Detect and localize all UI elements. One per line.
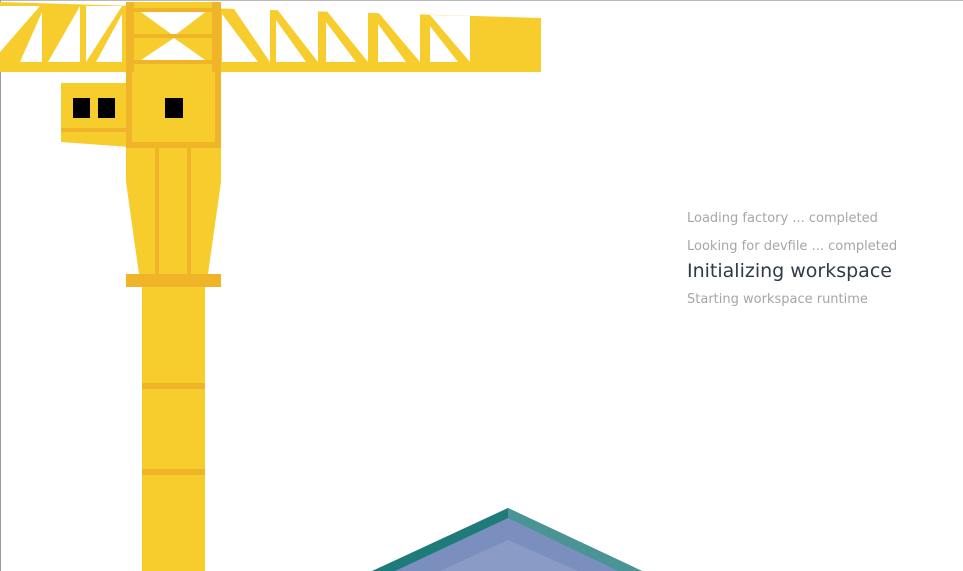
loading-steps-list: Loading factory ... completed Looking fo… — [687, 209, 957, 310]
construction-crane-icon — [0, 2, 541, 571]
crane-mast-upper — [126, 148, 221, 287]
isometric-platform-icon — [372, 508, 642, 571]
loading-step-active: Initializing workspace — [687, 260, 892, 282]
crane-cabin — [61, 72, 221, 148]
cabin-window-middle — [98, 98, 115, 118]
loading-step-completed: Loading factory ... completed — [687, 211, 878, 226]
loading-step-pending: Starting workspace runtime — [687, 292, 868, 307]
workspace-loader-page: Loading factory ... completed Looking fo… — [0, 0, 963, 571]
loading-step-completed: Looking for devfile ... completed — [687, 239, 898, 254]
cabin-window-left — [73, 98, 90, 118]
crane-mast-lower — [142, 287, 205, 571]
crane-jib — [0, 2, 541, 72]
cabin-window-right — [165, 98, 183, 118]
